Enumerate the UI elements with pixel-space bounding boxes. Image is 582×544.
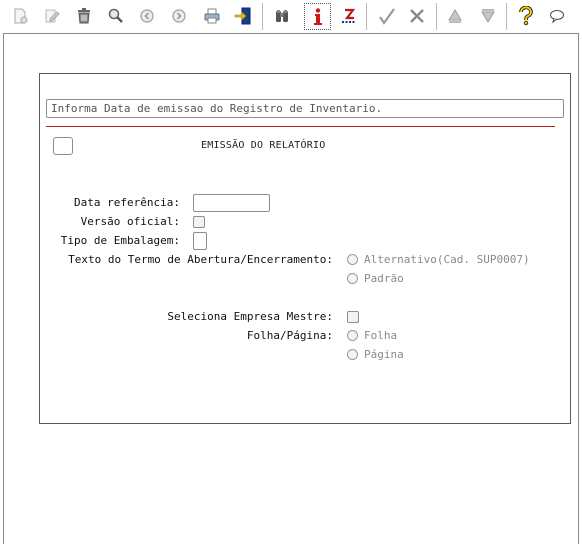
radio-button[interactable]: [347, 254, 358, 265]
radio-padrao[interactable]: Padrão: [347, 272, 404, 285]
move-down-icon[interactable]: [476, 4, 500, 28]
exit-door-icon[interactable]: [231, 4, 255, 28]
toolbar-separator: [366, 3, 367, 30]
search-magnifier-icon[interactable]: [104, 4, 128, 28]
data-referencia-label: Data referência:: [74, 196, 180, 209]
versao-oficial-label: Versão oficial:: [80, 215, 180, 228]
seleciona-empresa-checkbox[interactable]: [347, 311, 359, 323]
radio-pagina[interactable]: Página: [347, 348, 404, 361]
help-question-icon[interactable]: [514, 4, 538, 28]
data-referencia-input[interactable]: [193, 194, 270, 212]
info-icon[interactable]: [304, 3, 331, 30]
tipo-embalagem-label: Tipo de Embalagem:: [60, 234, 180, 247]
cancel-icon[interactable]: [405, 4, 429, 28]
texto-termo-label: Texto do Termo de Abertura/Encerramento:: [68, 253, 333, 266]
edit-pencil-icon[interactable]: [40, 4, 64, 28]
versao-oficial-checkbox[interactable]: [193, 216, 205, 228]
binoculars-icon[interactable]: [270, 4, 294, 28]
next-record-icon[interactable]: [167, 4, 191, 28]
z-sort-icon[interactable]: [337, 4, 361, 28]
print-icon[interactable]: [200, 4, 224, 28]
radio-button[interactable]: [347, 273, 358, 284]
confirm-check-icon[interactable]: [375, 4, 399, 28]
tipo-embalagem-input[interactable]: [193, 232, 207, 250]
radio-folha[interactable]: Folha: [347, 329, 397, 342]
trash-icon[interactable]: [72, 4, 96, 28]
comment-balloon-icon[interactable]: [545, 4, 569, 28]
new-document-icon[interactable]: [8, 4, 32, 28]
toolbar-separator: [506, 3, 507, 30]
toolbar-separator: [262, 3, 263, 30]
toolbar: [0, 0, 582, 33]
previous-record-icon[interactable]: [135, 4, 159, 28]
toolbar-separator: [436, 3, 437, 30]
info-text-field: Informa Data de emissao do Registro de I…: [46, 99, 564, 118]
folha-pagina-label: Folha/Página:: [246, 329, 333, 342]
radio-button[interactable]: [347, 330, 358, 341]
radio-alternativo[interactable]: Alternativo(Cad. SUP0007): [347, 253, 530, 266]
emissao-relatorio-checkbox[interactable]: [53, 137, 73, 155]
seleciona-empresa-label: Seleciona Empresa Mestre:: [167, 310, 333, 323]
divider-line: [46, 126, 555, 127]
radio-pagina-label: Página: [364, 348, 404, 361]
radio-alternativo-label: Alternativo(Cad. SUP0007): [364, 253, 530, 266]
section-title: EMISSÃO DO RELATÓRIO: [201, 140, 326, 151]
radio-padrao-label: Padrão: [364, 272, 404, 285]
move-up-icon[interactable]: [443, 4, 467, 28]
radio-folha-label: Folha: [364, 329, 398, 342]
radio-button[interactable]: [347, 349, 358, 360]
